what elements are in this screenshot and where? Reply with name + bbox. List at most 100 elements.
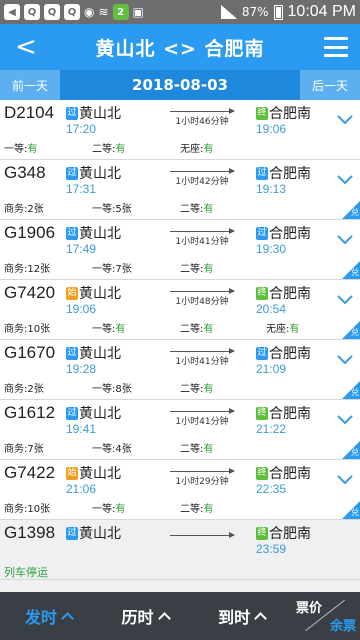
arrival-time: 19:13 <box>256 182 287 196</box>
back-button[interactable]: < <box>8 24 44 70</box>
station-type-badge: 过 <box>66 407 78 420</box>
qq-icon: Q <box>44 4 60 20</box>
chevron-down-icon[interactable] <box>336 174 354 186</box>
train-row[interactable]: G1906 过黄山北 17:49 1小时41分钟过合肥南 19:30 商务:12张 一等:7… <box>0 220 360 280</box>
chevron-down-icon[interactable] <box>336 294 354 306</box>
travel-duration: 1小时46分钟 <box>175 117 229 127</box>
seat-class-label: 商务: <box>4 444 28 455</box>
chevron-left-icon: < <box>15 32 37 62</box>
seat-availability: 无座:有 <box>266 320 299 335</box>
train-row[interactable]: G1612 过黄山北 19:41 1小时41分钟 终合肥南 21:22 商务:7张 一等:4张… <box>0 400 360 460</box>
title-bar: < 黄山北 <> 合肥南 <box>0 24 360 70</box>
seat-count: 有 <box>115 324 126 335</box>
remaining-label: 余票 <box>330 619 357 634</box>
exchange-badge-label: 兑 <box>351 268 359 277</box>
date-bar: 前一天 2018-08-03 后一天 <box>0 70 360 100</box>
next-day-button[interactable]: 后一天 <box>300 70 360 100</box>
exchange-badge-label: 兑 <box>351 388 359 397</box>
seat-class-label: 商务: <box>4 384 28 395</box>
departure-time: 19:06 <box>66 302 97 316</box>
chevron-down-icon[interactable] <box>336 114 354 126</box>
arrival-time: 22:35 <box>256 482 287 496</box>
train-number: G1906 <box>4 223 56 242</box>
seat-count: 10张 <box>27 324 51 335</box>
signal-icon <box>220 5 237 19</box>
chevron-down-icon[interactable] <box>336 234 354 246</box>
seat-class-label: 二等: <box>180 264 204 275</box>
duration-block: 1小时29分钟 <box>170 468 235 487</box>
notification-icons: ◀ Q Q Q ◉ ≋ 2 ▣ <box>4 4 144 20</box>
exchange-badge-label: 兑 <box>351 328 359 337</box>
seat-count: 2张 <box>27 384 44 395</box>
no-sim-icon: ▣ <box>132 5 144 19</box>
seat-class-label: 二等: <box>92 144 116 155</box>
sort-duration-label: 历时 <box>121 608 154 627</box>
train-row[interactable]: D2104 过黄山北 17:20 1小时46分钟终合肥南 19:06 一等:有 二等:有 无座… <box>0 100 360 160</box>
price-remaining-toggle[interactable]: 票价 余票 <box>290 592 360 640</box>
seat-class-label: 二等: <box>180 324 204 335</box>
train-row[interactable]: G7420 始黄山北 19:06 1小时48分钟终合肥南 20:54 商务:10张 一等:有… <box>0 280 360 340</box>
seat-availability: 商务:10张 <box>4 500 50 515</box>
train-number: G7422 <box>4 463 56 482</box>
train-list: D2104 过黄山北 17:20 1小时46分钟终合肥南 19:06 一等:有 二等:有 无座… <box>0 100 360 580</box>
sort-by-departure-button[interactable]: 发时 <box>0 604 97 628</box>
suspended-status: 列车停运 <box>4 566 48 579</box>
seat-count: 有 <box>27 144 38 155</box>
station-type-badge: 过 <box>66 227 78 240</box>
departure-station: 黄山北 <box>79 286 121 302</box>
seat-count: 5张 <box>115 204 132 215</box>
seat-class-label: 一等: <box>92 324 116 335</box>
station-type-badge: 终 <box>256 467 268 480</box>
wifi-icon: ≋ <box>98 5 109 19</box>
departure-station: 黄山北 <box>79 406 121 422</box>
qq-icon: Q <box>64 4 80 20</box>
caret-up-icon <box>254 612 268 625</box>
departure-station: 黄山北 <box>79 166 121 182</box>
seat-class-label: 二等: <box>180 444 204 455</box>
seat-availability: 一等:有 <box>4 140 37 155</box>
previous-day-button[interactable]: 前一天 <box>0 70 60 100</box>
seat-class-label: 商务: <box>4 504 28 515</box>
seat-availability: 商务:2张 <box>4 200 44 215</box>
chevron-down-icon[interactable] <box>336 414 354 426</box>
seat-class-label: 一等: <box>92 204 116 215</box>
seat-availability: 一等:有 <box>92 320 125 335</box>
chevron-down-icon[interactable] <box>336 354 354 366</box>
sort-by-arrival-button[interactable]: 到时 <box>193 604 290 628</box>
menu-icon-bar <box>324 45 348 49</box>
duration-block: 1小时41分钟 <box>170 228 235 247</box>
arrival-station: 合肥南 <box>269 346 311 362</box>
arrival-station: 合肥南 <box>269 526 311 542</box>
seat-availability: 二等:有 <box>180 260 213 275</box>
page-title: 黄山北 <> 合肥南 <box>95 37 265 60</box>
train-row-suspended[interactable]: G1398 过黄山北 终合肥南 23:59 列车停运 <box>0 520 360 580</box>
departure-station: 黄山北 <box>79 526 121 542</box>
duration-block: 1小时48分钟 <box>170 288 235 307</box>
seat-class-label: 无座: <box>266 324 290 335</box>
seat-availability: 商务:2张 <box>4 380 44 395</box>
seat-count: 有 <box>203 384 214 395</box>
seat-class-label: 商务: <box>4 204 28 215</box>
seat-count: 4张 <box>115 444 132 455</box>
menu-button[interactable] <box>324 37 348 57</box>
seat-count: 2张 <box>27 204 44 215</box>
selected-date[interactable]: 2018-08-03 <box>60 76 300 94</box>
sort-by-duration-button[interactable]: 历时 <box>97 604 194 628</box>
chevron-down-icon[interactable] <box>336 474 354 486</box>
app-notification-icon: ◀ <box>4 4 20 20</box>
train-row[interactable]: G1670 过黄山北 19:28 1小时41分钟过合肥南 21:09 商务:2张 一等:8张… <box>0 340 360 400</box>
departure-time: 19:41 <box>66 422 97 436</box>
station-type-badge: 始 <box>66 287 78 300</box>
arrival-station: 合肥南 <box>269 466 311 482</box>
seat-class-label: 一等: <box>92 504 116 515</box>
sim-2-icon: 2 <box>112 4 129 20</box>
arrival-time: 19:06 <box>256 122 287 136</box>
train-row[interactable]: G7422 始黄山北 21:06 1小时29分钟终合肥南 22:35 商务:10张 一等:有… <box>0 460 360 520</box>
duration-block: 1小时42分钟 <box>170 168 235 187</box>
qq-icon: Q <box>24 4 40 20</box>
station-type-badge: 过 <box>256 347 268 360</box>
train-row[interactable]: G348 过黄山北 17:31 1小时42分钟过合肥南 19:13 商务:2张 一等:5张二… <box>0 160 360 220</box>
arrival-station: 合肥南 <box>269 406 311 422</box>
seat-count: 有 <box>203 504 214 515</box>
departure-time: 19:28 <box>66 362 97 376</box>
